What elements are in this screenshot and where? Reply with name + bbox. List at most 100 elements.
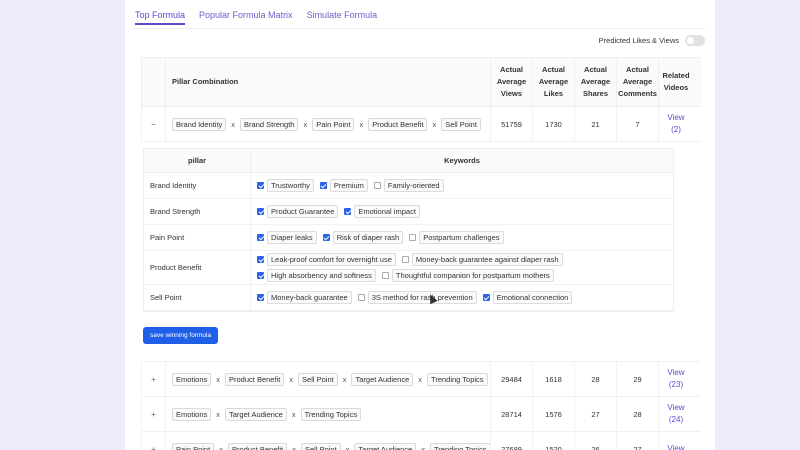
collapse-button[interactable]: − xyxy=(151,120,156,129)
separator-x: x xyxy=(292,444,296,450)
keyword-tag: Leak-proof comfort for overnight use xyxy=(267,253,396,266)
tab-popular-formula-matrix[interactable]: Popular Formula Matrix xyxy=(199,10,293,25)
related-cell: View (2) xyxy=(658,107,693,141)
keyword-checkbox[interactable] xyxy=(409,234,417,241)
keyword-checkbox[interactable] xyxy=(357,294,365,301)
keyword-row: Sell Point Money-back guarantee 3S method … xyxy=(144,285,673,311)
keyword-tag: Family-oriented xyxy=(383,179,444,192)
keyword-tag: Thoughtful companion for postpartum moth… xyxy=(391,269,554,282)
comments-cell: 7 xyxy=(616,107,658,141)
pillar-tag: Pain Point xyxy=(172,442,215,450)
view-videos-link[interactable]: View (24) xyxy=(667,402,684,426)
likes-cell: 1618 xyxy=(532,362,574,396)
header-shares: Actual Average Shares xyxy=(574,58,616,106)
comments-cell: 29 xyxy=(616,362,658,396)
header-related: Related Videos xyxy=(658,58,693,106)
keyword-checkbox[interactable] xyxy=(482,294,490,301)
separator-x: x xyxy=(421,444,425,450)
separator-x: x xyxy=(231,119,236,129)
tab-simulate-formula[interactable]: Simulate Formula xyxy=(307,10,378,25)
keyword-line: Trustworthy Premium Family-oriented xyxy=(257,179,673,192)
expand-cell: + xyxy=(141,432,165,450)
view-label: View xyxy=(667,113,685,122)
views-cell: 27689 xyxy=(490,432,532,450)
table-header: Pillar Combination Actual Average Views … xyxy=(141,57,701,107)
keyword-checkbox[interactable] xyxy=(257,272,264,279)
table-row: + Emotions x Target Audience x Trending Topic… xyxy=(141,397,701,432)
separator-x: x xyxy=(216,374,221,384)
keyword-tag: Postpartum challenges xyxy=(419,231,504,244)
keyword-checkbox[interactable] xyxy=(257,234,264,241)
keyword-checkbox[interactable] xyxy=(401,256,409,263)
likes-cell: 1520 xyxy=(532,432,574,450)
pillar-tag: Emotions xyxy=(172,372,212,386)
separator-x: x xyxy=(345,444,350,450)
keyword-checkbox[interactable] xyxy=(373,182,381,189)
view-videos-link[interactable]: View (2) xyxy=(667,112,684,136)
pillar-tag: Product Benefit xyxy=(368,117,428,131)
predicted-toggle-group: Predicted Likes & Views xyxy=(599,35,705,46)
pillar-tag: Pain Point xyxy=(312,117,355,131)
keyword-checkbox[interactable] xyxy=(381,272,389,279)
keyword-checkbox[interactable] xyxy=(257,256,264,263)
header-expand xyxy=(141,58,165,106)
pillar-name: Product Benefit xyxy=(150,263,202,272)
keyword-tag: Emotional impact xyxy=(354,205,420,218)
keyword-line: Product Guarantee Emotional impact xyxy=(257,205,673,218)
keyword-checkbox[interactable] xyxy=(257,294,264,301)
keyword-checkbox[interactable] xyxy=(319,182,327,189)
pillar-tag: Trending Topics xyxy=(429,442,491,450)
comments-cell: 28 xyxy=(616,397,658,431)
keyword-line: Money-back guarantee 3S method for rash p… xyxy=(257,291,673,304)
tab-divider xyxy=(135,28,705,29)
predicted-toggle-switch[interactable] xyxy=(685,35,705,46)
pillar-name: Pain Point xyxy=(150,233,185,242)
expand-button[interactable]: + xyxy=(151,410,156,419)
separator-x: x xyxy=(342,374,347,384)
combination-cell: Emotions x Product Benefit x Sell Point x Targ… xyxy=(165,362,490,396)
expand-cell: − xyxy=(141,107,165,141)
save-winning-formula-button[interactable]: save winning formula xyxy=(143,327,219,344)
view-videos-link[interactable]: View (23) xyxy=(667,367,684,391)
keyword-row: Brand Identity Trustworthy Premium Family-o… xyxy=(144,173,673,199)
keyword-checkbox[interactable] xyxy=(257,208,264,215)
pillar-tag: Sell Point xyxy=(300,442,341,450)
pillar-tag: Sell Point xyxy=(298,372,338,386)
likes-cell: 1730 xyxy=(532,107,574,141)
keyword-tag: 3S method for rash prevention xyxy=(367,291,477,304)
pillar-tag: Product Benefit xyxy=(225,372,285,386)
keyword-cell: Money-back guarantee 3S method for rash p… xyxy=(250,285,673,310)
keyword-checkbox[interactable] xyxy=(257,182,264,189)
keyword-line: High absorbency and softness Thoughtful c… xyxy=(257,269,673,282)
view-label: View xyxy=(667,368,685,377)
pillar-name: Brand Identity xyxy=(150,181,197,190)
expand-button[interactable]: + xyxy=(151,375,156,384)
keyword-checkbox[interactable] xyxy=(322,234,330,241)
views-cell: 29484 xyxy=(490,362,532,396)
pillar-tag: Sell Point xyxy=(441,117,481,131)
view-count: (2) xyxy=(671,125,681,134)
pillar-name: Sell Point xyxy=(150,293,182,302)
likes-cell: 1576 xyxy=(532,397,574,431)
expand-button[interactable]: + xyxy=(151,445,156,450)
pillar-name: Brand Strength xyxy=(150,207,201,216)
combination-cell: Pain Point x Product Benefit x Sell Point x Ta… xyxy=(165,432,491,450)
separator-x: x xyxy=(219,444,223,450)
shares-cell: 28 xyxy=(574,362,616,396)
keyword-cell: Product Guarantee Emotional impact xyxy=(250,199,673,224)
tab-top-formula[interactable]: Top Formula xyxy=(135,10,186,25)
separator-x: x xyxy=(418,374,423,384)
views-cell: 28714 xyxy=(490,397,532,431)
views-cell: 51759 xyxy=(490,107,532,141)
keyword-cell: Diaper leaks Risk of diaper rash Postpartu… xyxy=(250,225,673,250)
keyword-tag: Trustworthy xyxy=(267,179,314,192)
header-keywords: Keywords xyxy=(250,149,673,172)
keyword-table-header: pillar Keywords xyxy=(144,149,673,173)
shares-cell: 26 xyxy=(574,432,616,450)
keyword-checkbox[interactable] xyxy=(344,208,352,215)
table-row: + Emotions x Product Benefit x Sell Point x Tar… xyxy=(141,362,701,397)
view-videos-link[interactable]: View xyxy=(667,443,684,450)
pillar-tag: Target Audience xyxy=(354,442,417,450)
keyword-tag: Money-back guarantee against diaper rash xyxy=(411,253,563,266)
keyword-cell: Leak-proof comfort for overnight use Mone… xyxy=(250,251,673,284)
